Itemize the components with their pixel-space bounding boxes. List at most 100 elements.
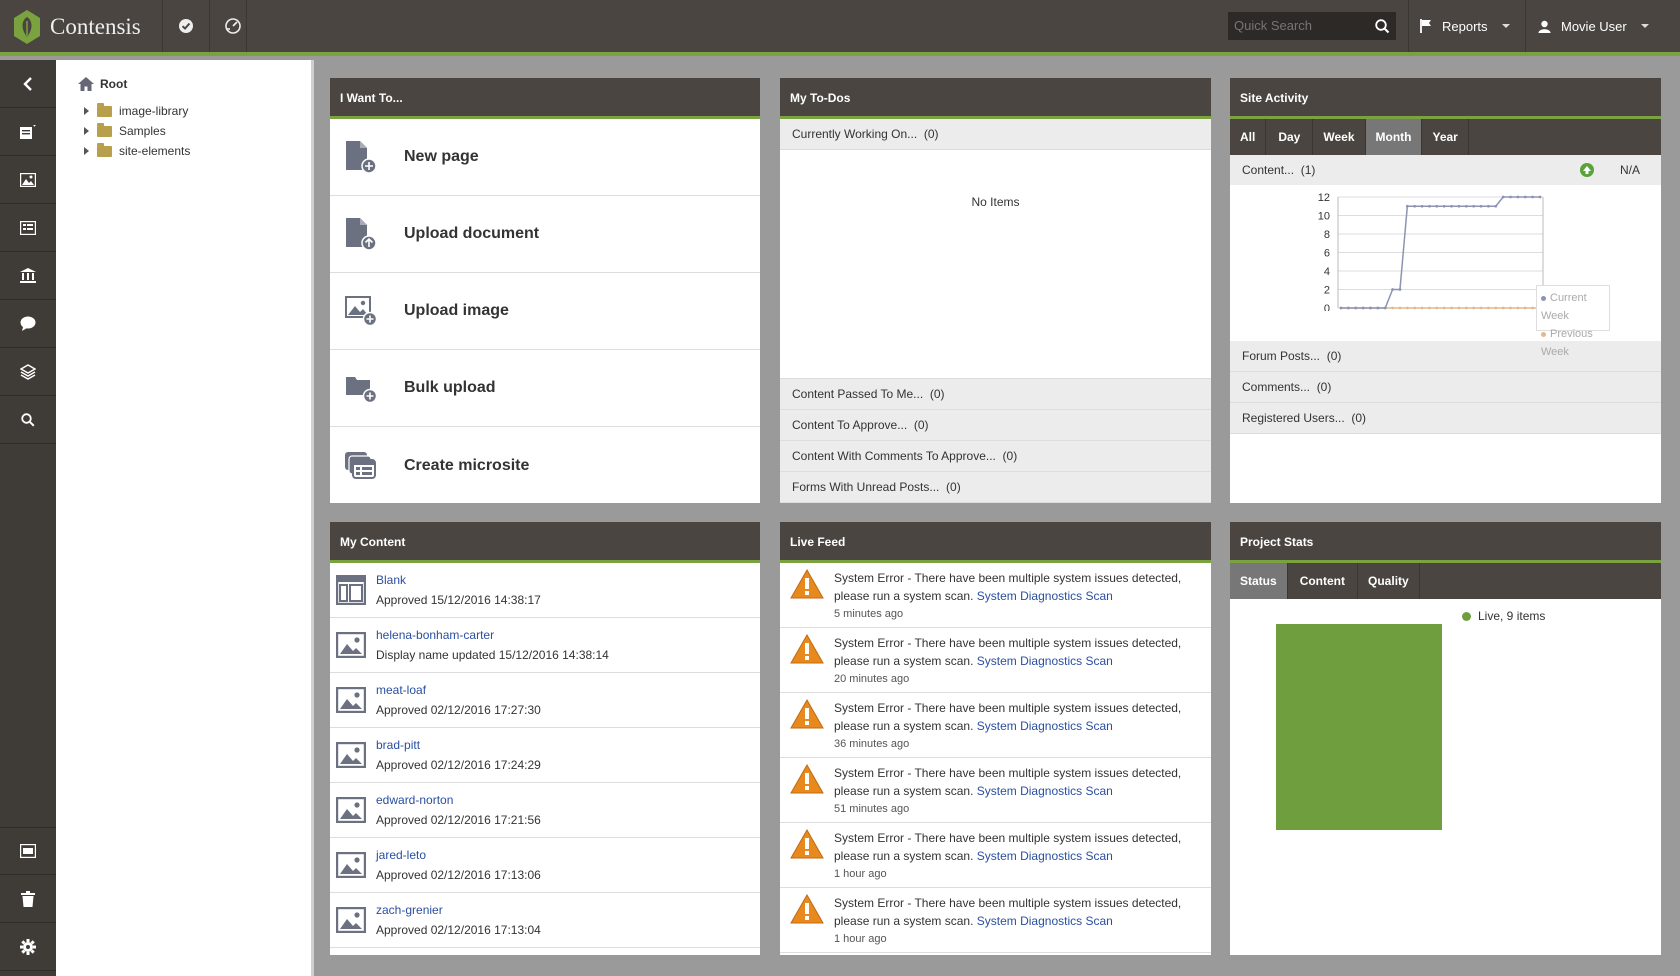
warning-icon [790, 699, 824, 729]
diagnostics-scan-link[interactable]: System Diagnostics Scan [977, 719, 1113, 733]
user-menu[interactable]: Movie User [1538, 0, 1678, 52]
activity-row[interactable]: Registered Users... (0) [1230, 403, 1661, 434]
project-stats-tabs: Status Content Quality [1230, 563, 1661, 599]
new-page-button[interactable]: New page [330, 119, 760, 196]
rail-content[interactable] [0, 108, 56, 156]
my-content-item[interactable]: edward-norton Approved 02/12/2016 17:21:5… [330, 783, 760, 838]
diagnostics-scan-link[interactable]: System Diagnostics Scan [977, 589, 1113, 603]
warning-icon [790, 569, 824, 599]
todo-working-on[interactable]: Currently Working On... (0) [780, 119, 1211, 150]
tab-month[interactable]: Month [1365, 119, 1423, 155]
rail-content-types[interactable] [0, 204, 56, 252]
todo-row[interactable]: Forms With Unread Posts... (0) [780, 472, 1211, 503]
preview-icon [20, 844, 36, 858]
content-list-icon [20, 124, 36, 139]
feed-message-line1: System Error - There have been multiple … [834, 701, 1182, 715]
site-activity-tabs: All Day Week Month Year [1230, 119, 1661, 155]
data-point [1354, 306, 1358, 310]
expand-arrow-icon[interactable] [84, 147, 89, 155]
tree-node-label: Samples [119, 124, 166, 138]
my-content-list: Blank Approved 15/12/2016 14:38:17 helena-… [330, 563, 760, 948]
content-item-name[interactable]: Blank [376, 570, 541, 590]
reports-menu[interactable]: Reports [1420, 0, 1520, 52]
tab-status[interactable]: Status [1230, 563, 1288, 599]
tree-node-site-elements[interactable]: site-elements [84, 142, 190, 158]
collapse-button[interactable] [0, 60, 56, 108]
data-point [1516, 195, 1520, 199]
content-item-name[interactable]: meat-loaf [376, 680, 541, 700]
contensis-logo[interactable]: Contensis [12, 8, 141, 46]
rail-images[interactable] [0, 156, 56, 204]
upload-document-button[interactable]: Upload document [330, 196, 760, 273]
diagnostics-scan-link[interactable]: System Diagnostics Scan [977, 784, 1113, 798]
content-item-name[interactable]: jared-leto [376, 845, 541, 865]
warning-icon [790, 634, 824, 664]
tab-day[interactable]: Day [1266, 119, 1314, 155]
my-content-item[interactable]: brad-pitt Approved 02/12/2016 17:24:29 [330, 728, 760, 783]
create-microsite-button[interactable]: Create microsite [330, 427, 760, 504]
rail-settings[interactable] [0, 923, 56, 971]
feed-message-line1: System Error - There have been multiple … [834, 766, 1182, 780]
image-icon [336, 632, 366, 658]
legend-live-label: Live, 9 items [1478, 609, 1546, 623]
diagnostics-scan-link[interactable]: System Diagnostics Scan [977, 654, 1113, 668]
legend-dot-live [1462, 611, 1471, 621]
diagnostics-scan-link[interactable]: System Diagnostics Scan [977, 914, 1113, 928]
todo-row[interactable]: Content Passed To Me... (0) [780, 379, 1211, 410]
my-content-item[interactable]: zach-grenier Approved 02/12/2016 17:13:04 [330, 893, 760, 948]
tab-week[interactable]: Week [1313, 119, 1366, 155]
dashboard-button[interactable] [210, 0, 256, 52]
search-button[interactable] [1368, 12, 1396, 40]
my-content-item[interactable]: Blank Approved 15/12/2016 14:38:17 [330, 563, 760, 618]
image-icon [336, 687, 366, 713]
rail-trash[interactable] [0, 875, 56, 923]
tree-node-samples[interactable]: Samples [84, 122, 166, 138]
my-content-item[interactable]: jared-leto Approved 02/12/2016 17:13:06 [330, 838, 760, 893]
tab-quality[interactable]: Quality [1358, 563, 1420, 599]
upload-image-button[interactable]: Upload image [330, 273, 760, 350]
content-item-name[interactable]: brad-pitt [376, 735, 541, 755]
data-point [1428, 204, 1431, 208]
content-item-name[interactable]: zach-grenier [376, 900, 541, 920]
content-item-text: meat-loaf Approved 02/12/2016 17:27:30 [376, 680, 541, 720]
rail-search[interactable] [0, 396, 56, 444]
my-content-item[interactable]: meat-loaf Approved 02/12/2016 17:27:30 [330, 673, 760, 728]
expand-arrow-icon[interactable] [84, 127, 89, 135]
tasks-button[interactable] [163, 0, 209, 52]
rail-comments[interactable] [0, 300, 56, 348]
rail-preview[interactable] [0, 827, 56, 875]
feed-message: please run a system scan. [834, 719, 974, 733]
tree-root[interactable]: Root [78, 77, 127, 91]
my-content-item[interactable]: helena-bonham-carter Display name updated… [330, 618, 760, 673]
tab-all[interactable]: All [1230, 119, 1267, 155]
expand-arrow-icon[interactable] [84, 107, 89, 115]
feed-timestamp: 1 hour ago [834, 933, 887, 945]
tab-content[interactable]: Content [1288, 563, 1359, 599]
y-tick-label: 12 [1318, 192, 1330, 204]
tree-node-image-library[interactable]: image-library [84, 102, 189, 118]
content-item-name[interactable]: helena-bonham-carter [376, 625, 609, 645]
top-bar: Contensis Reports Movie User [0, 0, 1680, 56]
tree-node-label: image-library [119, 104, 189, 118]
tree-root-label: Root [100, 77, 128, 91]
todo-label: Currently Working On... [792, 127, 918, 141]
data-point [1501, 195, 1505, 199]
data-point [1346, 306, 1350, 310]
content-item-text: edward-norton Approved 02/12/2016 17:21:5… [376, 790, 541, 830]
activity-row[interactable]: Comments... (0) [1230, 372, 1661, 403]
quick-search-input[interactable] [1228, 12, 1368, 40]
institution-icon [20, 268, 36, 283]
todo-row[interactable]: Content With Comments To Approve... (0) [780, 441, 1211, 472]
legend-item: Current Week [1541, 289, 1605, 325]
diagnostics-scan-link[interactable]: System Diagnostics Scan [977, 849, 1113, 863]
content-item-name[interactable]: edward-norton [376, 790, 541, 810]
bulk-upload-button[interactable]: Bulk upload [330, 350, 760, 427]
rail-site[interactable] [0, 252, 56, 300]
content-item-text: jared-leto Approved 02/12/2016 17:13:06 [376, 845, 541, 885]
rail-layers[interactable] [0, 348, 56, 396]
content-activity-row[interactable]: Content... (1) N/A [1230, 155, 1661, 185]
tab-year[interactable]: Year [1422, 119, 1469, 155]
todo-count: (0) [946, 480, 961, 494]
todo-row[interactable]: Content To Approve... (0) [780, 410, 1211, 441]
activity-label: Registered Users... [1242, 411, 1345, 425]
